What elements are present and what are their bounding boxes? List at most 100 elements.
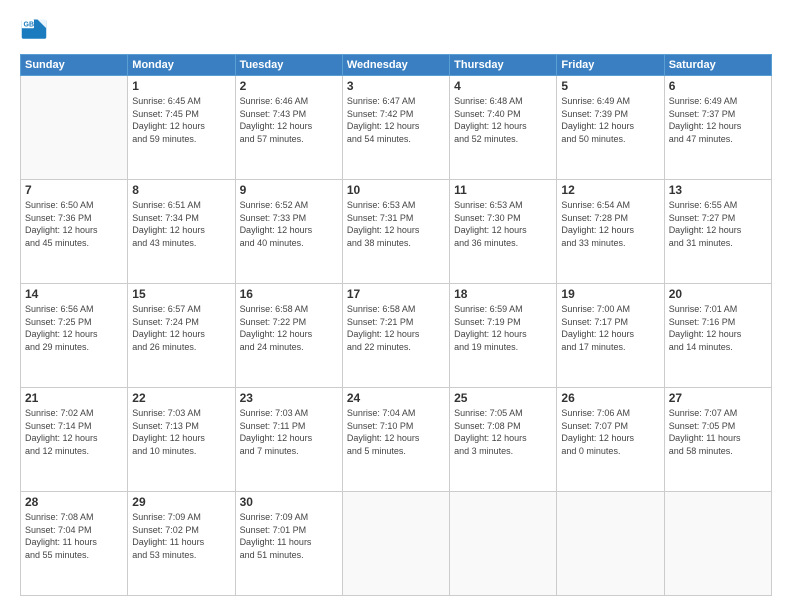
weekday-header-wednesday: Wednesday xyxy=(342,55,449,76)
day-number: 9 xyxy=(240,183,338,197)
calendar-cell: 15Sunrise: 6:57 AM Sunset: 7:24 PM Dayli… xyxy=(128,284,235,388)
weekday-header-thursday: Thursday xyxy=(450,55,557,76)
day-number: 5 xyxy=(561,79,659,93)
calendar-cell xyxy=(664,492,771,596)
calendar-cell: 5Sunrise: 6:49 AM Sunset: 7:39 PM Daylig… xyxy=(557,76,664,180)
day-info: Sunrise: 6:58 AM Sunset: 7:22 PM Dayligh… xyxy=(240,303,338,353)
day-number: 4 xyxy=(454,79,552,93)
day-info: Sunrise: 7:07 AM Sunset: 7:05 PM Dayligh… xyxy=(669,407,767,457)
weekday-header-tuesday: Tuesday xyxy=(235,55,342,76)
calendar-week-4: 21Sunrise: 7:02 AM Sunset: 7:14 PM Dayli… xyxy=(21,388,772,492)
day-info: Sunrise: 6:52 AM Sunset: 7:33 PM Dayligh… xyxy=(240,199,338,249)
day-number: 11 xyxy=(454,183,552,197)
calendar-cell: 7Sunrise: 6:50 AM Sunset: 7:36 PM Daylig… xyxy=(21,180,128,284)
day-info: Sunrise: 7:09 AM Sunset: 7:02 PM Dayligh… xyxy=(132,511,230,561)
calendar-cell xyxy=(21,76,128,180)
calendar-cell: 29 Sunrise: 7:09 AM Sunset: 7:02 PM Dayli… xyxy=(128,492,235,596)
calendar-cell: 12 Sunrise: 6:54 AM Sunset: 7:28 PM Dayli… xyxy=(557,180,664,284)
day-info: Sunrise: 7:03 AM Sunset: 7:11 PM Dayligh… xyxy=(240,407,338,457)
calendar-cell: 30 Sunrise: 7:09 AM Sunset: 7:01 PM Dayli… xyxy=(235,492,342,596)
calendar-week-3: 14 Sunrise: 6:56 AM Sunset: 7:25 PM Dayli… xyxy=(21,284,772,388)
calendar-table: SundayMondayTuesdayWednesdayThursdayFrid… xyxy=(20,54,772,596)
day-info: Sunrise: 6:54 AM Sunset: 7:28 PM Dayligh… xyxy=(561,199,659,249)
day-info: Sunrise: 6:55 AM Sunset: 7:27 PM Dayligh… xyxy=(669,199,767,249)
day-number: 27 xyxy=(669,391,767,405)
calendar-cell: 8 Sunrise: 6:51 AM Sunset: 7:34 PM Daylig… xyxy=(128,180,235,284)
day-info: Sunrise: 6:45 AM Sunset: 7:45 PM Dayligh… xyxy=(132,95,230,145)
calendar-cell: 27 Sunrise: 7:07 AM Sunset: 7:05 PM Dayli… xyxy=(664,388,771,492)
calendar-cell: 17Sunrise: 6:58 AM Sunset: 7:21 PM Dayli… xyxy=(342,284,449,388)
day-number: 28 xyxy=(25,495,123,509)
weekday-header-monday: Monday xyxy=(128,55,235,76)
weekday-header-saturday: Saturday xyxy=(664,55,771,76)
day-info: Sunrise: 7:02 AM Sunset: 7:14 PM Dayligh… xyxy=(25,407,123,457)
day-info: Sunrise: 7:09 AM Sunset: 7:01 PM Dayligh… xyxy=(240,511,338,561)
day-number: 3 xyxy=(347,79,445,93)
calendar-week-2: 7Sunrise: 6:50 AM Sunset: 7:36 PM Daylig… xyxy=(21,180,772,284)
calendar-cell: 26Sunrise: 7:06 AM Sunset: 7:07 PM Dayli… xyxy=(557,388,664,492)
day-number: 10 xyxy=(347,183,445,197)
calendar-cell: 18 Sunrise: 6:59 AM Sunset: 7:19 PM Dayli… xyxy=(450,284,557,388)
calendar-cell: 9 Sunrise: 6:52 AM Sunset: 7:33 PM Daylig… xyxy=(235,180,342,284)
day-info: Sunrise: 6:53 AM Sunset: 7:31 PM Dayligh… xyxy=(347,199,445,249)
day-number: 15 xyxy=(132,287,230,301)
day-number: 7 xyxy=(25,183,123,197)
day-number: 20 xyxy=(669,287,767,301)
day-number: 16 xyxy=(240,287,338,301)
day-info: Sunrise: 7:01 AM Sunset: 7:16 PM Dayligh… xyxy=(669,303,767,353)
logo-icon: GB xyxy=(20,16,48,44)
page: GB SundayMondayTuesdayWednesdayThursdayF… xyxy=(0,0,792,612)
day-number: 25 xyxy=(454,391,552,405)
calendar-week-5: 28 Sunrise: 7:08 AM Sunset: 7:04 PM Dayli… xyxy=(21,492,772,596)
day-number: 29 xyxy=(132,495,230,509)
header: GB xyxy=(20,16,772,44)
day-number: 23 xyxy=(240,391,338,405)
calendar-cell: 1 Sunrise: 6:45 AM Sunset: 7:45 PM Daylig… xyxy=(128,76,235,180)
calendar-cell: 2Sunrise: 6:46 AM Sunset: 7:43 PM Daylig… xyxy=(235,76,342,180)
day-info: Sunrise: 7:05 AM Sunset: 7:08 PM Dayligh… xyxy=(454,407,552,457)
calendar-cell: 6Sunrise: 6:49 AM Sunset: 7:37 PM Daylig… xyxy=(664,76,771,180)
day-number: 19 xyxy=(561,287,659,301)
calendar-cell xyxy=(450,492,557,596)
calendar-cell: 24Sunrise: 7:04 AM Sunset: 7:10 PM Dayli… xyxy=(342,388,449,492)
calendar-cell: 13Sunrise: 6:55 AM Sunset: 7:27 PM Dayli… xyxy=(664,180,771,284)
calendar-cell: 19 Sunrise: 7:00 AM Sunset: 7:17 PM Dayli… xyxy=(557,284,664,388)
calendar-cell: 11 Sunrise: 6:53 AM Sunset: 7:30 PM Dayli… xyxy=(450,180,557,284)
weekday-header-friday: Friday xyxy=(557,55,664,76)
calendar-cell: 25 Sunrise: 7:05 AM Sunset: 7:08 PM Dayli… xyxy=(450,388,557,492)
calendar-cell: 22 Sunrise: 7:03 AM Sunset: 7:13 PM Dayli… xyxy=(128,388,235,492)
weekday-header-sunday: Sunday xyxy=(21,55,128,76)
day-info: Sunrise: 6:51 AM Sunset: 7:34 PM Dayligh… xyxy=(132,199,230,249)
calendar-week-1: 1 Sunrise: 6:45 AM Sunset: 7:45 PM Daylig… xyxy=(21,76,772,180)
calendar-cell: 28 Sunrise: 7:08 AM Sunset: 7:04 PM Dayli… xyxy=(21,492,128,596)
calendar-cell: 20 Sunrise: 7:01 AM Sunset: 7:16 PM Dayli… xyxy=(664,284,771,388)
day-number: 26 xyxy=(561,391,659,405)
day-number: 30 xyxy=(240,495,338,509)
day-number: 1 xyxy=(132,79,230,93)
day-info: Sunrise: 7:04 AM Sunset: 7:10 PM Dayligh… xyxy=(347,407,445,457)
day-info: Sunrise: 6:58 AM Sunset: 7:21 PM Dayligh… xyxy=(347,303,445,353)
day-info: Sunrise: 6:48 AM Sunset: 7:40 PM Dayligh… xyxy=(454,95,552,145)
calendar-cell xyxy=(342,492,449,596)
day-number: 8 xyxy=(132,183,230,197)
day-info: Sunrise: 7:03 AM Sunset: 7:13 PM Dayligh… xyxy=(132,407,230,457)
day-info: Sunrise: 6:47 AM Sunset: 7:42 PM Dayligh… xyxy=(347,95,445,145)
calendar-cell: 16 Sunrise: 6:58 AM Sunset: 7:22 PM Dayli… xyxy=(235,284,342,388)
day-info: Sunrise: 6:56 AM Sunset: 7:25 PM Dayligh… xyxy=(25,303,123,353)
calendar-cell: 21Sunrise: 7:02 AM Sunset: 7:14 PM Dayli… xyxy=(21,388,128,492)
day-number: 12 xyxy=(561,183,659,197)
day-info: Sunrise: 7:08 AM Sunset: 7:04 PM Dayligh… xyxy=(25,511,123,561)
logo: GB xyxy=(20,16,52,44)
day-info: Sunrise: 6:49 AM Sunset: 7:37 PM Dayligh… xyxy=(669,95,767,145)
calendar-cell: 10 Sunrise: 6:53 AM Sunset: 7:31 PM Dayli… xyxy=(342,180,449,284)
day-info: Sunrise: 7:00 AM Sunset: 7:17 PM Dayligh… xyxy=(561,303,659,353)
calendar-cell: 14 Sunrise: 6:56 AM Sunset: 7:25 PM Dayli… xyxy=(21,284,128,388)
day-number: 18 xyxy=(454,287,552,301)
day-number: 14 xyxy=(25,287,123,301)
day-info: Sunrise: 6:59 AM Sunset: 7:19 PM Dayligh… xyxy=(454,303,552,353)
calendar-cell xyxy=(557,492,664,596)
day-info: Sunrise: 6:53 AM Sunset: 7:30 PM Dayligh… xyxy=(454,199,552,249)
day-number: 22 xyxy=(132,391,230,405)
svg-text:GB: GB xyxy=(24,22,35,29)
weekday-header-row: SundayMondayTuesdayWednesdayThursdayFrid… xyxy=(21,55,772,76)
